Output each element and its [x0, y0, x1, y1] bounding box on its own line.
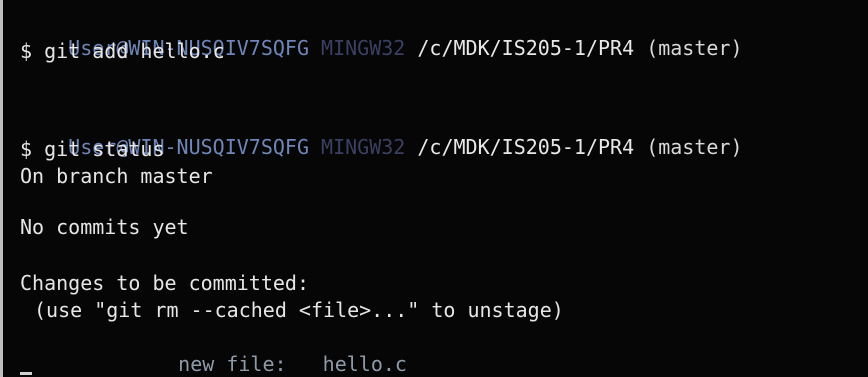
- output-commits-line: No commits yet: [20, 215, 189, 239]
- command-line-1: $ git add hello.c: [20, 39, 225, 63]
- staged-file-line: new file: hello.c: [130, 325, 407, 376]
- prompt-branch: (master): [646, 135, 743, 159]
- prompt-branch: (master): [646, 36, 743, 60]
- output-unstage-hint: (use "git rm --cached <file>..." to unst…: [34, 298, 564, 322]
- prompt-path: /c/MDK/IS205-1/PR4: [417, 135, 635, 159]
- output-branch-line: On branch master: [20, 164, 213, 188]
- command-line-2: $ git status: [20, 137, 165, 161]
- terminal-border: [0, 0, 3, 377]
- prompt-system: MINGW32: [321, 36, 406, 60]
- prompt-line-1: User@WIN-NUSQIV7SQFG MINGW32 /c/MDK/IS20…: [20, 9, 742, 60]
- prompt-line-2: User@WIN-NUSQIV7SQFG MINGW32 /c/MDK/IS20…: [20, 108, 742, 159]
- prompt-path: /c/MDK/IS205-1/PR4: [417, 36, 635, 60]
- output-changes-header: Changes to be committed:: [20, 271, 309, 295]
- prompt-system: MINGW32: [321, 135, 406, 159]
- git-bash-terminal[interactable]: User@WIN-NUSQIV7SQFG MINGW32 /c/MDK/IS20…: [0, 0, 868, 377]
- staged-file-name: hello.c: [322, 352, 407, 376]
- staged-label: new file:: [178, 352, 287, 376]
- terminal-cursor: [20, 372, 32, 375]
